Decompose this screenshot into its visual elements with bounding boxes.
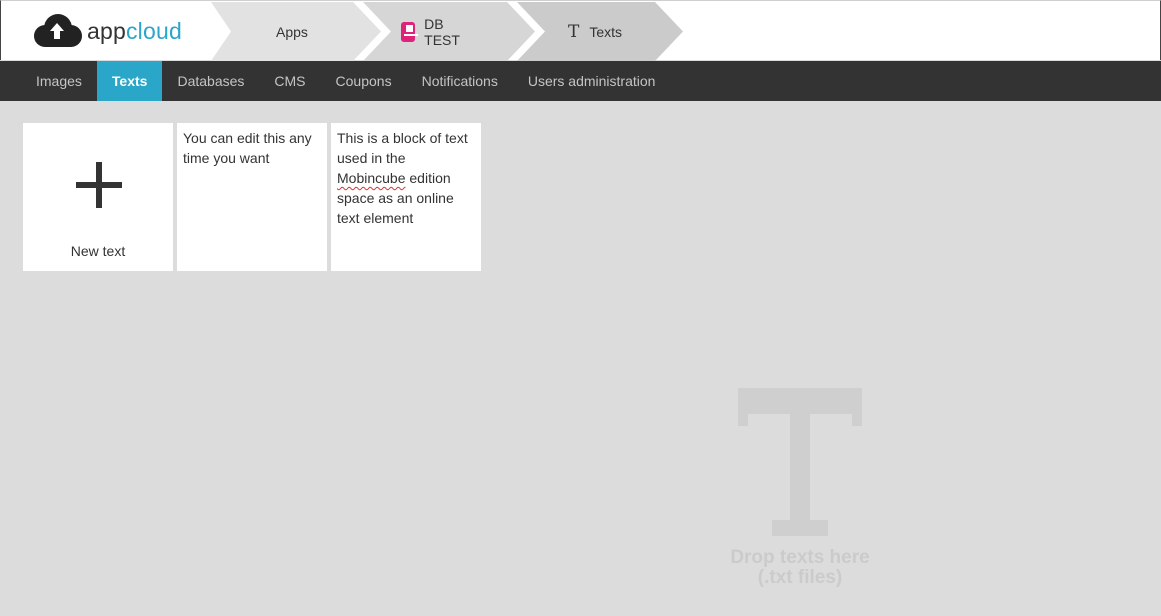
nav-item-users-administration[interactable]: Users administration: [513, 61, 671, 101]
nav-item-notifications[interactable]: Notifications: [407, 61, 513, 101]
text-drop-icon: [738, 388, 862, 536]
text-line: Mobincube edition: [337, 168, 475, 188]
text-card[interactable]: This is a block of text used in the Mobi…: [331, 123, 481, 271]
nav-item-images[interactable]: Images: [21, 61, 97, 101]
nav-item-coupons[interactable]: Coupons: [321, 61, 407, 101]
breadcrumb-texts[interactable]: T Texts: [568, 2, 622, 61]
breadcrumb-texts-label: Texts: [589, 23, 623, 40]
nav-item-databases[interactable]: Databases: [162, 61, 259, 101]
text-line: time you want: [183, 150, 270, 166]
breadcrumb-db-test[interactable]: DB TEST: [401, 2, 466, 61]
text-line: text element: [337, 210, 414, 226]
logo-cloud-text: cloud: [125, 17, 182, 44]
text-line-part: edition: [409, 170, 451, 186]
nav-item-texts[interactable]: Texts: [96, 61, 163, 101]
breadcrumb-apps-label: Apps: [276, 23, 308, 40]
text-card-content: You can edit this any time you want: [177, 123, 327, 173]
text-card-content: This is a block of text used in the Mobi…: [331, 123, 481, 233]
text-card[interactable]: You can edit this any time you want: [177, 123, 327, 271]
text-line: This is a block of text: [337, 130, 468, 146]
drop-zone-line1: Drop texts here: [730, 547, 870, 568]
text-line: You can edit this any: [183, 130, 312, 146]
drop-zone-label: Drop texts here (.txt files): [700, 548, 900, 588]
breadcrumb-db-label: DB TEST: [424, 15, 460, 48]
drop-zone[interactable]: Drop texts here (.txt files): [700, 388, 900, 598]
cloud-upload-icon: [34, 14, 82, 47]
drop-zone-line2: (.txt files): [757, 567, 843, 588]
breadcrumb-apps[interactable]: Apps: [276, 2, 308, 61]
new-text-label: New text: [70, 243, 126, 259]
text-line: space as an online: [337, 190, 454, 206]
logo-wordmark: appcloud: [87, 18, 182, 45]
new-text-button[interactable]: New text: [23, 123, 173, 271]
nav-item-cms[interactable]: CMS: [259, 61, 320, 101]
logo-app-text: app: [87, 17, 126, 44]
section-nav: Images Texts Databases CMS Coupons Notif…: [0, 61, 1161, 101]
app-icon: [401, 21, 419, 42]
appcloud-logo[interactable]: appcloud: [31, 13, 182, 49]
plus-icon: [76, 162, 122, 208]
text-line: used in the: [337, 150, 406, 166]
text-icon: T: [568, 21, 580, 42]
app-header: appcloud Apps DB TEST T Texts: [0, 0, 1161, 61]
misspelled-word: Mobincube: [337, 170, 406, 186]
